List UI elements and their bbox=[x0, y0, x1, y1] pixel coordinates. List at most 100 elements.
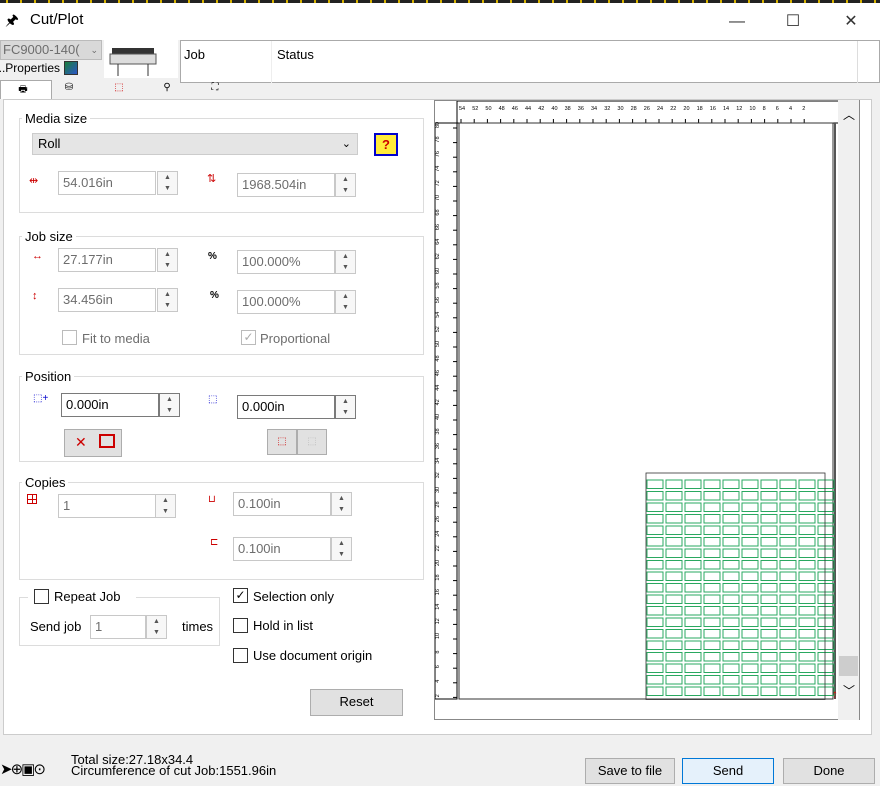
width-scale-spin[interactable]: ▲ ▼ bbox=[335, 250, 356, 274]
spacing-x-icon: ⊔ bbox=[208, 494, 216, 505]
send-job-field[interactable]: 1 bbox=[90, 615, 146, 639]
repeat-job-label: Repeat Job bbox=[54, 589, 121, 604]
maximize-button[interactable]: ☐ bbox=[770, 3, 816, 40]
job-height-field[interactable]: 34.456in bbox=[58, 288, 156, 312]
color-profile-icon[interactable] bbox=[64, 61, 78, 75]
media-size-select[interactable]: Roll ⌄ bbox=[32, 133, 358, 155]
job-width-spin[interactable]: ▲ ▼ bbox=[157, 248, 178, 272]
proportional-label: Proportional bbox=[260, 331, 331, 346]
reset-position-button[interactable]: ✕ bbox=[64, 429, 122, 457]
preview-scrollbar[interactable]: ︿ ﹀ bbox=[838, 100, 859, 720]
job-queue-list[interactable]: Job Status bbox=[180, 40, 880, 83]
media-length-icon: ⇅ bbox=[207, 173, 217, 185]
fit-to-media-label: Fit to media bbox=[82, 331, 150, 346]
media-width-icon: ⇹ bbox=[29, 175, 39, 187]
tab-media[interactable]: ⛁ bbox=[60, 82, 78, 98]
top-ruler-label: 46 bbox=[512, 106, 518, 112]
left-ruler-label: 22 bbox=[435, 545, 441, 551]
top-ruler-label: 42 bbox=[538, 106, 544, 112]
tab-fullscreen[interactable]: ⛶ bbox=[206, 82, 224, 98]
done-button[interactable]: Done bbox=[783, 758, 875, 784]
position-x-field[interactable]: 0.000in bbox=[61, 393, 159, 417]
minimize-button[interactable]: — bbox=[714, 3, 760, 40]
top-ruler-label: 4 bbox=[789, 106, 792, 112]
cursor-icon[interactable]: ➤ bbox=[0, 761, 13, 778]
job-height-spin[interactable]: ▲ ▼ bbox=[157, 288, 178, 312]
spacing-x-spin[interactable]: ▲ ▼ bbox=[331, 492, 352, 516]
tab-layout[interactable]: ⬚ bbox=[110, 82, 128, 98]
top-ruler-label: 8 bbox=[763, 106, 766, 112]
copies-label: Copies bbox=[22, 475, 69, 490]
left-ruler-label: 10 bbox=[435, 633, 441, 639]
copies-field[interactable]: 1 bbox=[58, 494, 156, 518]
left-ruler-label: 46 bbox=[435, 370, 441, 376]
chevron-down-icon: ⌄ bbox=[341, 138, 351, 150]
save-to-file-button[interactable]: Save to file bbox=[585, 758, 675, 784]
position-y-icon: ⬚ bbox=[208, 394, 218, 405]
repeat-job-checkbox[interactable] bbox=[34, 589, 49, 604]
scroll-down-icon[interactable]: ﹀ bbox=[843, 682, 855, 699]
position-x-icon: ⬚+ bbox=[33, 393, 49, 404]
spacing-y-spin[interactable]: ▲ ▼ bbox=[331, 537, 352, 561]
send-button[interactable]: Send bbox=[682, 758, 774, 784]
window-title: Cut/Plot bbox=[30, 11, 84, 28]
position-y-field[interactable]: 0.000in bbox=[237, 395, 335, 419]
media-length-field[interactable]: 1968.504in bbox=[237, 173, 335, 197]
left-ruler-label: 14 bbox=[435, 604, 441, 610]
job-width-field[interactable]: 27.177in bbox=[58, 248, 156, 272]
scroll-up-icon[interactable]: ︿ bbox=[843, 106, 855, 123]
height-scale-spin[interactable]: ▲ ▼ bbox=[335, 290, 356, 314]
plotter-image bbox=[104, 40, 178, 78]
width-scale-field[interactable]: 100.000% bbox=[237, 250, 335, 274]
top-ruler-label: 28 bbox=[631, 106, 637, 112]
height-scale-field[interactable]: 100.000% bbox=[237, 290, 335, 314]
top-ruler-label: 52 bbox=[472, 106, 478, 112]
media-width-spin[interactable]: ▲ ▼ bbox=[157, 171, 178, 195]
left-ruler-label: 2 bbox=[435, 694, 441, 697]
left-ruler-label: 74 bbox=[435, 166, 441, 172]
left-ruler-label: 42 bbox=[435, 399, 441, 405]
zoom-in-icon[interactable]: ⊕ bbox=[11, 761, 24, 778]
top-ruler-label: 48 bbox=[499, 106, 505, 112]
media-width-field[interactable]: 54.016in bbox=[58, 171, 156, 195]
fit-to-media-checkbox[interactable] bbox=[62, 330, 77, 345]
copies-spin[interactable]: ▲ ▼ bbox=[155, 494, 176, 518]
left-ruler-label: 64 bbox=[435, 239, 441, 245]
top-ruler-label: 10 bbox=[749, 106, 755, 112]
selection-only-checkbox[interactable]: ✓ bbox=[233, 588, 248, 603]
position-x-spin[interactable]: ▲ ▼ bbox=[159, 393, 180, 417]
spacing-y-icon: ⊏ bbox=[210, 537, 219, 548]
scroll-thumb[interactable] bbox=[839, 656, 858, 676]
zoom-icon[interactable]: ⊙ bbox=[33, 761, 46, 778]
spacing-y-field[interactable]: 0.100in bbox=[233, 537, 331, 561]
left-ruler-label: 78 bbox=[435, 136, 441, 142]
top-ruler-label: 40 bbox=[551, 106, 557, 112]
picture-icon[interactable]: ▣ bbox=[21, 761, 35, 778]
hold-in-list-checkbox[interactable] bbox=[233, 618, 248, 633]
proportional-checkbox[interactable]: ✓ bbox=[241, 330, 256, 345]
left-ruler-label: 66 bbox=[435, 224, 441, 230]
top-ruler-label: 26 bbox=[644, 106, 650, 112]
media-length-spin[interactable]: ▲ ▼ bbox=[335, 173, 356, 197]
reset-button[interactable]: Reset bbox=[310, 689, 403, 716]
help-button[interactable]: ? bbox=[374, 133, 398, 156]
tool-icons[interactable]: ➤⊕▣⊙ bbox=[0, 760, 64, 780]
left-ruler-label: 60 bbox=[435, 268, 441, 274]
move-origin-disabled-button[interactable]: ⬚ bbox=[297, 429, 327, 455]
column-divider bbox=[271, 41, 272, 83]
position-y-spin[interactable]: ▲ ▼ bbox=[335, 395, 356, 419]
spacing-x-field[interactable]: 0.100in bbox=[233, 492, 331, 516]
left-ruler-label: 80 bbox=[435, 122, 441, 128]
send-job-spin[interactable]: ▲ ▼ bbox=[146, 615, 167, 639]
close-button[interactable]: ✕ bbox=[828, 3, 874, 40]
properties-button[interactable]: Properties... bbox=[0, 61, 60, 77]
left-ruler-label: 38 bbox=[435, 428, 441, 434]
left-ruler-label: 62 bbox=[435, 253, 441, 259]
preview-area[interactable]: 54 52 50 48 46 44 42 40 38 36 34 32 30 28 26 24 22 20 18 16… bbox=[434, 100, 860, 720]
left-ruler-label: 6 bbox=[435, 665, 441, 668]
move-origin-button[interactable]: ⬚ bbox=[267, 429, 297, 455]
left-ruler-label: 4 bbox=[435, 680, 441, 683]
use-document-origin-checkbox[interactable] bbox=[233, 648, 248, 663]
device-selector[interactable]: FC9000-140(⌄ bbox=[0, 40, 102, 60]
tab-tool[interactable]: ⚲ bbox=[158, 82, 176, 98]
